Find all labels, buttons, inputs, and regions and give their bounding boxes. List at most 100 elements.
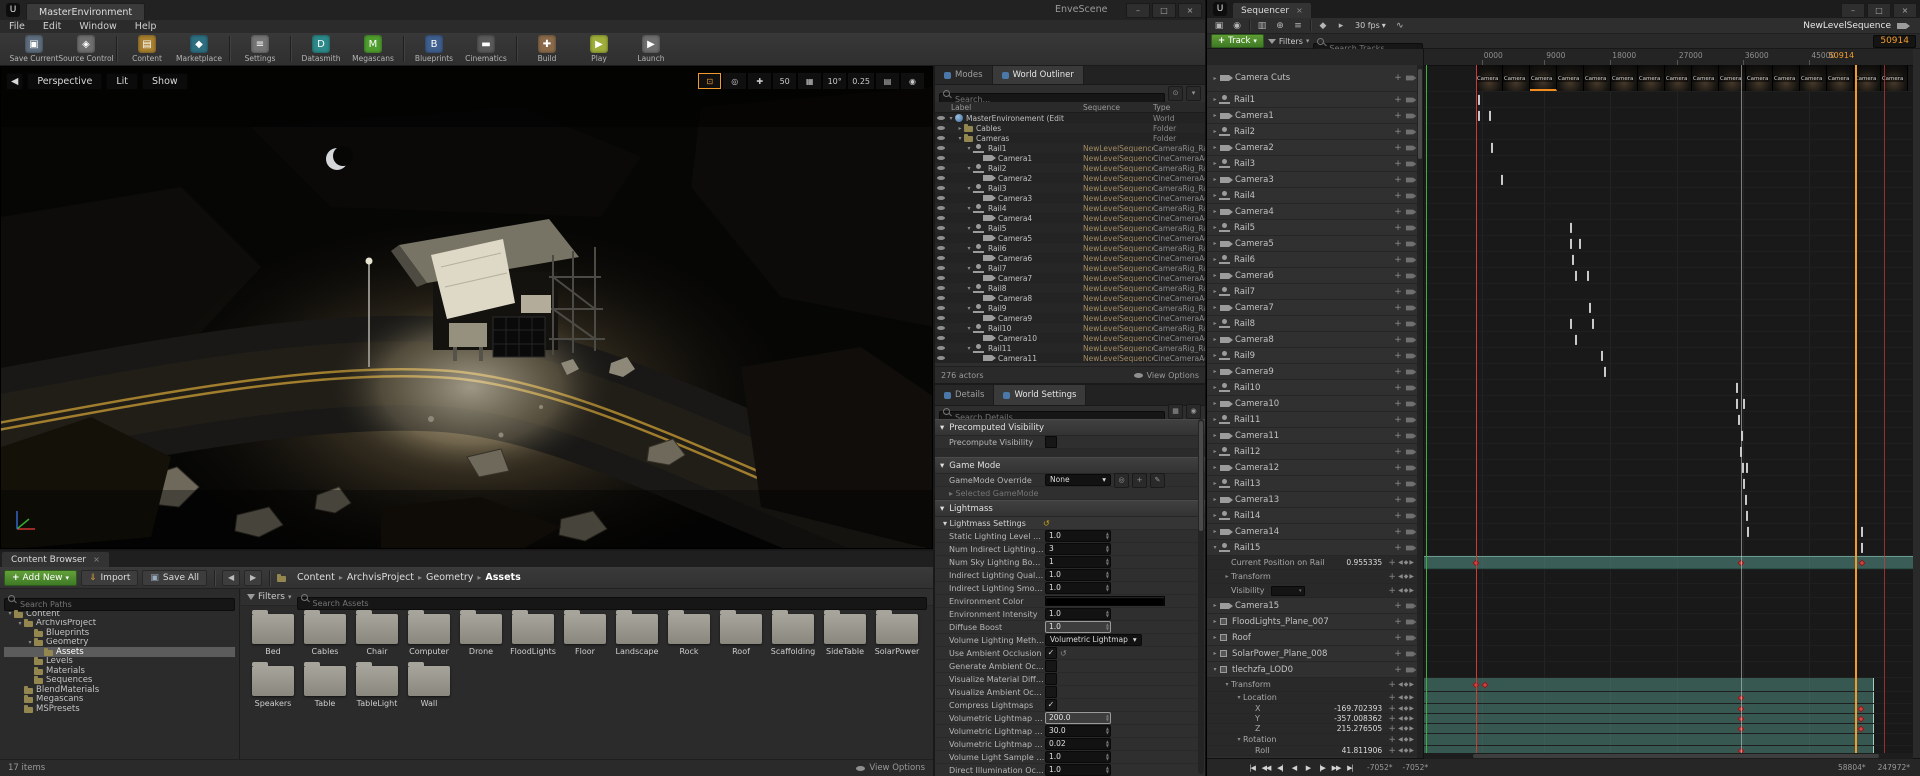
key-nav-icon[interactable]: ◀ bbox=[1398, 715, 1403, 722]
add-section-button[interactable]: + bbox=[1392, 665, 1404, 675]
keyframe[interactable] bbox=[1570, 318, 1572, 328]
track-rail11[interactable]: ▸Rail11+ bbox=[1207, 412, 1417, 428]
lane-camera14[interactable] bbox=[1424, 524, 1913, 540]
save-icon[interactable]: ▣ bbox=[1211, 20, 1227, 32]
camera-lock-icon[interactable] bbox=[1406, 145, 1413, 150]
filters-button[interactable]: Filters▾ bbox=[247, 592, 292, 602]
track-rail15[interactable]: ▾Rail15+ bbox=[1207, 540, 1417, 556]
add-new-button[interactable]: +Add New▾ bbox=[4, 570, 77, 586]
keyframe[interactable] bbox=[1747, 526, 1749, 536]
expander-icon[interactable]: ▾ bbox=[965, 165, 973, 172]
add-section-button[interactable]: + bbox=[1392, 367, 1404, 377]
visibility-eye-icon[interactable] bbox=[935, 156, 947, 160]
viewport-hud-item-6[interactable]: 0.25 bbox=[848, 73, 874, 89]
expander-icon[interactable]: ▸ bbox=[1211, 384, 1219, 391]
expander-icon[interactable]: ▸ bbox=[1211, 304, 1219, 311]
lane-current-position-on-rail[interactable] bbox=[1424, 556, 1913, 570]
tree-item-geometry[interactable]: ▾Geometry bbox=[4, 638, 235, 648]
add-section-button[interactable]: + bbox=[1392, 287, 1404, 297]
details-scrollbar[interactable] bbox=[1198, 419, 1204, 774]
expander-icon[interactable]: ▸ bbox=[1211, 144, 1219, 151]
fps-dropdown[interactable]: 30 fps▾ bbox=[1351, 21, 1390, 30]
camera-cut-thumbnail[interactable]: Camera bbox=[1503, 65, 1530, 91]
key-nav-icon[interactable]: ▶ bbox=[1409, 694, 1414, 701]
visibility-eye-icon[interactable] bbox=[935, 176, 947, 180]
asset-folder-rock[interactable]: Rock bbox=[663, 608, 715, 656]
outliner-row-camera9[interactable]: Camera9NewLevelSequenceCineCameraActor bbox=[935, 313, 1205, 323]
key-nav-icon[interactable]: ▶ bbox=[1409, 559, 1414, 566]
visibility-eye-icon[interactable] bbox=[935, 316, 947, 320]
expander-icon[interactable]: ▸ bbox=[1211, 272, 1219, 279]
value-spinbox[interactable]: 1.0▲▼ bbox=[1045, 608, 1111, 620]
camera-lock-icon[interactable] bbox=[1406, 417, 1413, 422]
tree-item-sequences[interactable]: Sequences bbox=[4, 676, 235, 686]
expander-icon[interactable]: ▸ bbox=[1211, 256, 1219, 263]
add-key-button[interactable]: + bbox=[1386, 714, 1398, 724]
panel-tab-modes[interactable]: Modes bbox=[935, 66, 993, 84]
expander-icon[interactable]: ▸ bbox=[1211, 336, 1219, 343]
add-key-button[interactable]: + bbox=[1386, 572, 1398, 582]
keyframe[interactable] bbox=[1743, 398, 1745, 408]
key-nav-icon[interactable]: ◆ bbox=[1404, 694, 1409, 701]
viewport-hud-item-8[interactable]: ◉ bbox=[901, 73, 924, 89]
details-category-precomputed-visibility[interactable]: ▾Precomputed Visibility bbox=[935, 419, 1205, 436]
camera-lock-icon[interactable] bbox=[1406, 113, 1413, 118]
autokey-icon[interactable]: ▸ bbox=[1333, 20, 1349, 32]
asset-folder-sidetable[interactable]: SideTable bbox=[819, 608, 871, 656]
expander-icon[interactable]: ▸ bbox=[1211, 75, 1219, 82]
viewport-hud-item-0[interactable]: ⊡ bbox=[698, 73, 721, 89]
expander-icon[interactable]: ▾ bbox=[965, 225, 973, 232]
details-subcategory-lightmass-settings[interactable]: ▾ Lightmass Settings↺ bbox=[935, 517, 1205, 530]
lane-y[interactable] bbox=[1424, 714, 1913, 724]
viewport-hud-item-1[interactable]: ◎ bbox=[723, 73, 746, 89]
transport-button-7[interactable]: ▶| bbox=[1343, 764, 1357, 772]
lane-rail3[interactable] bbox=[1424, 156, 1913, 172]
track-rail3[interactable]: ▸Rail3+ bbox=[1207, 156, 1417, 172]
keyframe[interactable] bbox=[1575, 334, 1577, 344]
lane-z[interactable] bbox=[1424, 724, 1913, 734]
toolbar-button-datasmith[interactable]: DDatasmith bbox=[295, 35, 347, 63]
visibility-eye-icon[interactable] bbox=[935, 326, 947, 330]
lane-camera3[interactable] bbox=[1424, 172, 1913, 188]
asset-folder-tablelight[interactable]: TableLight bbox=[351, 660, 403, 708]
add-key-button[interactable]: + bbox=[1386, 746, 1398, 756]
minimize-button[interactable]: – bbox=[1126, 3, 1150, 18]
keyframe[interactable] bbox=[1575, 270, 1577, 280]
add-section-button[interactable]: + bbox=[1392, 463, 1404, 473]
expander-icon[interactable]: ▸ bbox=[1211, 320, 1219, 327]
viewport-hud-item-4[interactable]: ▦ bbox=[798, 73, 821, 89]
lane-camera13[interactable] bbox=[1424, 492, 1913, 508]
expander-icon[interactable]: ▸ bbox=[1211, 128, 1219, 135]
key-nav-icon[interactable]: ▶ bbox=[1409, 747, 1414, 754]
track-camera1[interactable]: ▸Camera1+ bbox=[1207, 108, 1417, 124]
visibility-eye-icon[interactable] bbox=[935, 126, 947, 130]
camera-lock-icon[interactable] bbox=[1406, 97, 1413, 102]
panel-tab-world-settings[interactable]: World Settings bbox=[994, 385, 1086, 405]
selected-section[interactable] bbox=[1424, 704, 1874, 713]
outliner-row-camera6[interactable]: Camera6NewLevelSequenceCineCameraActor bbox=[935, 253, 1205, 263]
outliner-row-cables[interactable]: ▸CablesFolder bbox=[935, 123, 1205, 133]
edit-icon[interactable]: ✎ bbox=[1150, 473, 1165, 488]
selected-section[interactable] bbox=[1424, 692, 1874, 703]
breadcrumb-assets[interactable]: Assets bbox=[481, 571, 524, 584]
tree-item-levels[interactable]: Levels bbox=[4, 657, 235, 667]
checkbox[interactable]: ✓ bbox=[1045, 699, 1057, 711]
tree-item-assets[interactable]: Assets bbox=[4, 647, 235, 657]
visibility-eye-icon[interactable] bbox=[935, 256, 947, 260]
forward-button[interactable]: ▶ bbox=[244, 570, 262, 586]
expander-icon[interactable]: ▸ bbox=[1211, 432, 1219, 439]
minimize-button[interactable]: – bbox=[1841, 3, 1865, 18]
expander-icon[interactable]: ▾ bbox=[6, 610, 14, 617]
close-button[interactable]: × bbox=[1178, 3, 1202, 18]
lane-camera1[interactable] bbox=[1424, 108, 1913, 124]
lane-camera7[interactable] bbox=[1424, 300, 1913, 316]
color-swatch[interactable] bbox=[1045, 596, 1165, 606]
value-spinbox[interactable]: 0.02▲▼ bbox=[1045, 738, 1111, 750]
lane-camera9[interactable] bbox=[1424, 364, 1913, 380]
toolbar-button-save-current[interactable]: ▣Save Current bbox=[8, 35, 60, 63]
track-camera7[interactable]: ▸Camera7+ bbox=[1207, 300, 1417, 316]
outliner-row-camera2[interactable]: Camera2NewLevelSequenceCineCameraActor bbox=[935, 173, 1205, 183]
import-button[interactable]: ⇓Import bbox=[81, 570, 138, 586]
visibility-dropdown[interactable]: ▾ bbox=[1271, 586, 1305, 596]
level-tab[interactable]: MasterEnvironment bbox=[26, 3, 145, 21]
